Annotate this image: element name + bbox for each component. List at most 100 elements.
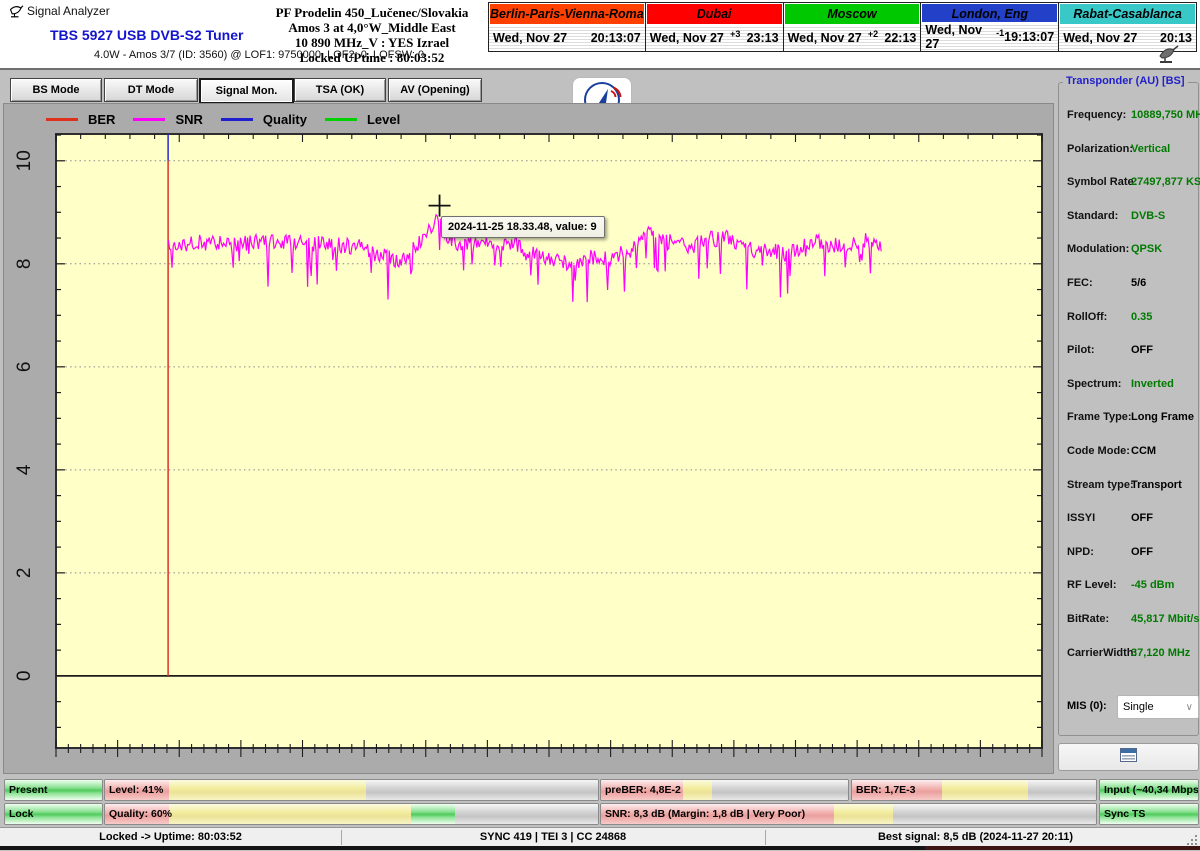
signal-monitor-panel: BERSNRQualityLevel 0246810 2024-11-25 18… xyxy=(3,103,1054,774)
clock-date: Wed, Nov 27 xyxy=(650,31,724,45)
clock-city-label: Rabat-Casablanca xyxy=(1059,3,1196,25)
transponder-label-5: FEC: xyxy=(1067,277,1093,289)
transponder-label-13: NPD: xyxy=(1067,546,1094,558)
bar-segment-yellow xyxy=(834,804,893,824)
clock-time: 19:13:07 xyxy=(1004,30,1054,44)
clock-utc-offset: +2 xyxy=(868,29,878,39)
bar-level: Level: 41% xyxy=(104,779,599,801)
tab-signal-mon-[interactable]: Signal Mon. xyxy=(199,78,294,104)
transponder-value-9: Long Frame xyxy=(1131,411,1194,423)
transponder-label-15: BitRate: xyxy=(1067,613,1109,625)
bar-segment-gray xyxy=(366,780,598,800)
transponder-value-11: Transport xyxy=(1131,479,1182,491)
bar-segment-gray xyxy=(893,804,1096,824)
bar-label: Lock xyxy=(9,804,34,824)
bar-segment-yellow xyxy=(169,780,366,800)
bar-segment-gray xyxy=(1028,780,1096,800)
clock-time-row: Wed, Nov 27-119:13:07 xyxy=(921,23,1058,51)
transponder-label-4: Modulation: xyxy=(1067,243,1129,255)
tab-label: Signal Mon. xyxy=(216,85,278,97)
bar-label: preBER: 4,8E-2 xyxy=(605,780,681,800)
y-axis-label: 6 xyxy=(14,362,35,373)
transponder-value-0: 10889,750 MHz xyxy=(1131,109,1200,121)
statusbar-divider xyxy=(765,830,766,845)
clock-time-row: Wed, Nov 27+323:13 xyxy=(646,25,783,51)
tuner-title: TBS 5927 USB DVB-S2 Tuner xyxy=(50,27,243,43)
transponder-value-2: 27497,877 KS/s xyxy=(1131,176,1200,188)
bar-segment-gray xyxy=(455,804,598,824)
clock-time: 22:13 xyxy=(884,31,916,45)
site-info-block: PF Prodelin 450_Lučenec/SlovakiaAmos 3 a… xyxy=(222,5,522,65)
transponder-label-9: Frame Type: xyxy=(1067,411,1132,423)
bar-input: Input (~40,34 Mbps) xyxy=(1099,779,1199,801)
transponder-value-13: OFF xyxy=(1131,546,1153,558)
mis-select[interactable]: Single ∨ xyxy=(1117,695,1199,719)
transponder-value-10: CCM xyxy=(1131,445,1156,457)
bar-segment-yellow xyxy=(942,780,1027,800)
clock-city-label: Moscow xyxy=(784,3,921,25)
signal-chart[interactable]: 0246810 xyxy=(4,104,1053,773)
statusbar-section-1: SYNC 419 | TEI 3 | CC 24868 xyxy=(341,828,765,847)
transponder-label-3: Standard: xyxy=(1067,210,1118,222)
bottom-edge-strip xyxy=(0,846,925,850)
bar-present: Present xyxy=(4,779,103,801)
clock-city-label: Berlin-Paris-Vienna-Roma xyxy=(489,3,645,25)
world-clocks: Berlin-Paris-Vienna-Roma Wed, Nov 27 20:13… xyxy=(488,2,1197,52)
bar-lock: Lock xyxy=(4,803,103,825)
transponder-value-15: 45,817 Mbit/s xyxy=(1131,613,1199,625)
chevron-down-icon: ∨ xyxy=(1186,702,1193,713)
transponder-value-12: OFF xyxy=(1131,512,1153,524)
clock-london-eng: London, EngWed, Nov 27-119:13:07 xyxy=(920,3,1058,51)
transponder-label-16: CarrierWidth: xyxy=(1067,647,1137,659)
y-axis-label: 8 xyxy=(14,259,35,270)
window-title: Signal Analyzer xyxy=(27,4,110,18)
chart-tooltip: 2024-11-25 18.33.48, value: 9 xyxy=(441,216,605,238)
clock-moscow: MoscowWed, Nov 27+222:13 xyxy=(783,3,921,51)
transponder-value-4: QPSK xyxy=(1131,243,1162,255)
site-info-line-2: 10 890 MHz_V : YES Izrael xyxy=(222,35,522,50)
tab-label: AV (Opening) xyxy=(400,84,469,96)
bar-preber: preBER: 4,8E-2 xyxy=(600,779,849,801)
clock-time: 23:13 xyxy=(747,31,779,45)
transponder-groupbox: Frequency:10889,750 MHzPolarization:Vert… xyxy=(1058,82,1199,736)
y-axis-label: 4 xyxy=(14,464,35,475)
site-info-line-1: Amos 3 at 4,0°W_Middle East xyxy=(222,20,522,35)
bar-segment-green xyxy=(411,804,455,824)
bar-label: Present xyxy=(9,780,48,800)
resize-grip[interactable] xyxy=(1186,833,1198,845)
bar-segment-yellow xyxy=(169,804,411,824)
clock-time-row: Wed, Nov 27+222:13 xyxy=(784,25,921,51)
bar-label: SNR: 8,3 dB (Margin: 1,8 dB | Very Poor) xyxy=(605,804,805,824)
status-bar: Locked -> Uptime: 80:03:52SYNC 419 | TEI… xyxy=(0,827,1200,847)
transponder-label-2: Symbol Rate: xyxy=(1067,176,1137,188)
transponder-label-0: Frequency: xyxy=(1067,109,1126,121)
signal-analyzer-icon xyxy=(8,3,24,24)
clock-city-label: Dubai xyxy=(646,3,783,25)
bar-segment-yellow xyxy=(683,780,713,800)
transponder-value-1: Vertical xyxy=(1131,143,1170,155)
clock-date: Wed, Nov 27 xyxy=(1063,31,1137,45)
panel-action-button[interactable] xyxy=(1058,743,1199,771)
clock-date: Wed, Nov 27 xyxy=(925,23,996,51)
clock-time: 20:13:07 xyxy=(591,31,641,45)
transponder-label-8: Spectrum: xyxy=(1067,378,1121,390)
tab-dt-mode[interactable]: DT Mode xyxy=(104,78,198,102)
bar-ber: BER: 1,7E-3 xyxy=(851,779,1097,801)
clock-utc-offset: -1 xyxy=(996,28,1004,38)
y-axis-label: 0 xyxy=(14,671,35,682)
tab-av-opening-[interactable]: AV (Opening) xyxy=(388,78,482,102)
tab-label: DT Mode xyxy=(128,84,174,96)
bar-label: Sync TS xyxy=(1104,804,1145,824)
y-axis-label: 2 xyxy=(14,568,35,579)
transponder-label-12: ISSYI xyxy=(1067,512,1095,524)
tab-tsa-ok-[interactable]: TSA (OK) xyxy=(294,78,386,102)
statusbar-section-0: Locked -> Uptime: 80:03:52 xyxy=(0,828,341,847)
mis-selected-value: Single xyxy=(1123,701,1154,713)
transponder-value-6: 0.35 xyxy=(1131,311,1152,323)
bar-label: BER: 1,7E-3 xyxy=(856,780,916,800)
bar-label: Quality: 60% xyxy=(109,804,172,824)
tab-bs-mode[interactable]: BS Mode xyxy=(10,78,102,102)
transponder-value-7: OFF xyxy=(1131,344,1153,356)
transponder-label-14: RF Level: xyxy=(1067,579,1117,591)
site-info-line-3: Locked UPtime : 80:03:52 xyxy=(222,50,522,65)
